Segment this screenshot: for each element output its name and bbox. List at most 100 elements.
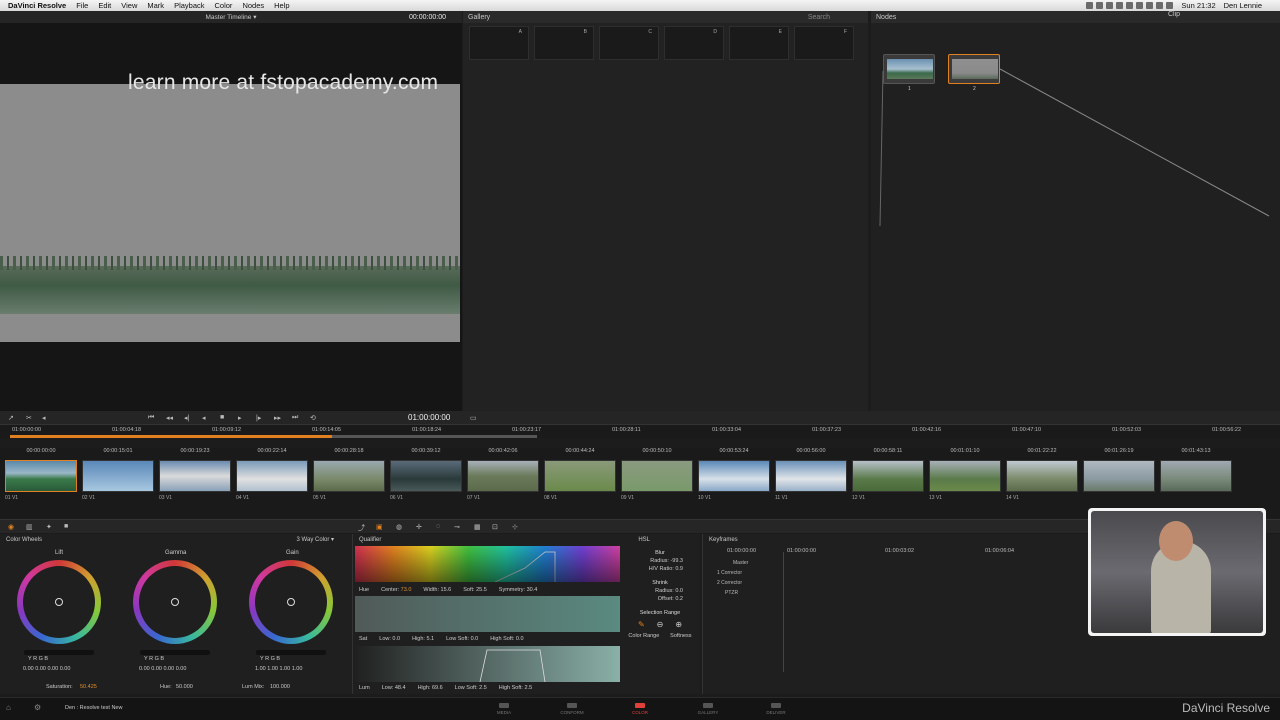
clip-thumbnail[interactable]: 00:00:00:00 01 V1 <box>5 448 77 501</box>
menu-help[interactable]: Help <box>274 1 289 10</box>
blur-hv-ratio[interactable]: H/V Ratio: 0.9 <box>623 566 697 572</box>
clip-thumbnail[interactable]: 00:00:39:12 06 V1 <box>390 448 462 501</box>
lift-master-slider[interactable] <box>24 650 94 655</box>
window-icon[interactable]: ◍ <box>396 523 402 531</box>
sat-low-value[interactable]: 0.0 <box>392 636 400 642</box>
menu-nodes[interactable]: Nodes <box>242 1 264 10</box>
qualifier-icon[interactable]: ▣ <box>376 523 383 531</box>
hue-center-value[interactable]: 73.0 <box>401 587 412 593</box>
prev-frame-icon[interactable]: ◂| <box>184 414 189 422</box>
clip-thumbnail[interactable]: 00:00:50:10 09 V1 <box>621 448 693 501</box>
still-slot-d[interactable]: D <box>664 26 724 60</box>
page-media[interactable]: MEDIA <box>484 703 524 715</box>
saturation-value[interactable]: 50.425 <box>80 684 97 690</box>
blur-radius[interactable]: Radius: -99.3 <box>623 558 697 564</box>
hue-spectrum[interactable] <box>355 546 620 582</box>
qualifier-mode-dropdown[interactable]: HSL <box>638 537 650 543</box>
shrink-radius[interactable]: Radius: 0.0 <box>623 588 697 594</box>
status-tray-icons[interactable] <box>1086 2 1174 9</box>
menu-edit[interactable]: Edit <box>98 1 111 10</box>
curves-tab-icon[interactable]: ✦ <box>46 523 52 531</box>
hue-row-label[interactable]: Hue <box>359 587 369 593</box>
go-start-icon[interactable]: ⏮ <box>148 414 154 422</box>
play-icon[interactable]: ▸ <box>238 414 242 422</box>
picker-icon[interactable]: ✎ <box>638 620 645 629</box>
menu-file[interactable]: File <box>76 1 88 10</box>
clip-thumbnail[interactable]: 00:00:15:01 02 V1 <box>82 448 154 501</box>
sat-high-value[interactable]: 5.1 <box>426 636 434 642</box>
volume-icon[interactable]: ◂ <box>42 414 46 422</box>
play-reverse-icon[interactable]: ◂ <box>202 414 206 422</box>
menubar-clock[interactable]: Sun 21:32 <box>1181 1 1215 10</box>
lift-values[interactable]: 0.00 0.00 0.00 0.00 <box>23 666 70 672</box>
clip-thumbnail[interactable]: 00:00:28:18 05 V1 <box>313 448 385 501</box>
settings-gear-icon[interactable]: ⚙ <box>34 703 41 712</box>
page-deliver[interactable]: DELIVER <box>756 703 796 715</box>
home-icon[interactable]: ⌂ <box>6 703 11 712</box>
still-slot-b[interactable]: B <box>534 26 594 60</box>
loop-icon[interactable]: ⟲ <box>310 414 316 422</box>
gain-master-slider[interactable] <box>256 650 326 655</box>
lift-wheel[interactable] <box>17 560 101 644</box>
clip-thumbnail[interactable]: 00:01:26:19 <box>1083 448 1155 495</box>
clip-thumbnail[interactable]: 00:00:22:14 04 V1 <box>236 448 308 501</box>
sat-row-label[interactable]: Sat <box>359 636 367 642</box>
transport-timecode[interactable]: 01:00:00:00 <box>408 413 450 422</box>
timeline-selector[interactable]: Master Timeline ▾ <box>206 13 257 21</box>
curves-icon[interactable]: ⤴ <box>358 523 365 533</box>
color-wheels-tab-icon[interactable]: ◉ <box>8 523 14 531</box>
tracker-icon[interactable]: ✛ <box>416 523 422 531</box>
lum-low-value[interactable]: 48.4 <box>395 685 406 691</box>
hue-value[interactable]: 50.000 <box>176 684 193 690</box>
sat-highsoft-value[interactable]: 0.0 <box>516 636 524 642</box>
lum-row-label[interactable]: Lum <box>359 685 370 691</box>
clip-thumbnail[interactable]: 00:00:44:24 08 V1 <box>544 448 616 501</box>
gain-values[interactable]: 1.00 1.00 1.00 1.00 <box>255 666 302 672</box>
clip-thumbnail[interactable]: 00:01:43:13 <box>1160 448 1232 495</box>
track-ptzr[interactable]: PTZR <box>707 588 748 598</box>
lum-highsoft-value[interactable]: 2.5 <box>524 685 532 691</box>
saturation-graph[interactable] <box>355 596 620 632</box>
timeline-options-icon[interactable]: ▭ <box>470 414 477 422</box>
page-conform[interactable]: CONFORM <box>552 703 592 715</box>
go-end-icon[interactable]: ⏭ <box>292 414 298 422</box>
menu-color[interactable]: Color <box>215 1 233 10</box>
viewer-image[interactable] <box>0 84 460 342</box>
picker-minus-icon[interactable]: ⊖ <box>657 620 664 629</box>
next-frame-icon[interactable]: |▸ <box>256 414 261 422</box>
lum-high-value[interactable]: 69.6 <box>432 685 443 691</box>
still-slot-c[interactable]: C <box>599 26 659 60</box>
gamma-wheel[interactable] <box>133 560 217 644</box>
clip-thumbnail[interactable]: 00:00:58:11 12 V1 <box>852 448 924 501</box>
hue-width-value[interactable]: 15.6 <box>441 587 452 593</box>
shrink-offset[interactable]: Offset: 0.2 <box>623 596 697 602</box>
app-menu[interactable]: DaVinci Resolve <box>8 1 66 10</box>
still-slot-f[interactable]: F <box>794 26 854 60</box>
sat-lowsoft-value[interactable]: 0.0 <box>471 636 479 642</box>
keyframe-playhead[interactable] <box>783 552 784 672</box>
stop-icon[interactable]: ■ <box>220 414 224 421</box>
gamma-values[interactable]: 0.00 0.00 0.00 0.00 <box>139 666 186 672</box>
bars-tab-icon[interactable]: ▥ <box>26 523 33 531</box>
clip-thumbnail[interactable]: 00:00:56:00 11 V1 <box>775 448 847 501</box>
menu-playback[interactable]: Playback <box>174 1 204 10</box>
menu-view[interactable]: View <box>121 1 137 10</box>
stereo-icon[interactable]: ⊡ <box>492 523 498 531</box>
camera-tab-icon[interactable]: ■ <box>64 523 68 530</box>
lum-lowsoft-value[interactable]: 2.5 <box>479 685 487 691</box>
picker-plus-icon[interactable]: ⊕ <box>675 620 682 629</box>
menubar-user[interactable]: Den Lennie <box>1224 1 1262 10</box>
key-icon[interactable]: ⊸ <box>454 523 460 531</box>
clip-thumbnail[interactable]: 00:01:01:10 13 V1 <box>929 448 1001 501</box>
still-slot-a[interactable]: A <box>469 26 529 60</box>
clip-thumbnail[interactable]: 00:00:53:24 10 V1 <box>698 448 770 501</box>
gain-wheel[interactable] <box>249 560 333 644</box>
sizing-icon[interactable]: ▦ <box>474 523 481 531</box>
clip-thumbnail[interactable]: 00:00:42:06 07 V1 <box>467 448 539 501</box>
step-forward-icon[interactable]: ▸▸ <box>274 414 281 422</box>
lum-mix-value[interactable]: 100.000 <box>270 684 290 690</box>
hue-soft-value[interactable]: 25.5 <box>476 587 487 593</box>
step-back-icon[interactable]: ◂◂ <box>166 414 173 422</box>
tool-pointer-icon[interactable]: ↗ <box>8 414 14 422</box>
track-corrector-1[interactable]: 1 Corrector <box>707 568 748 578</box>
